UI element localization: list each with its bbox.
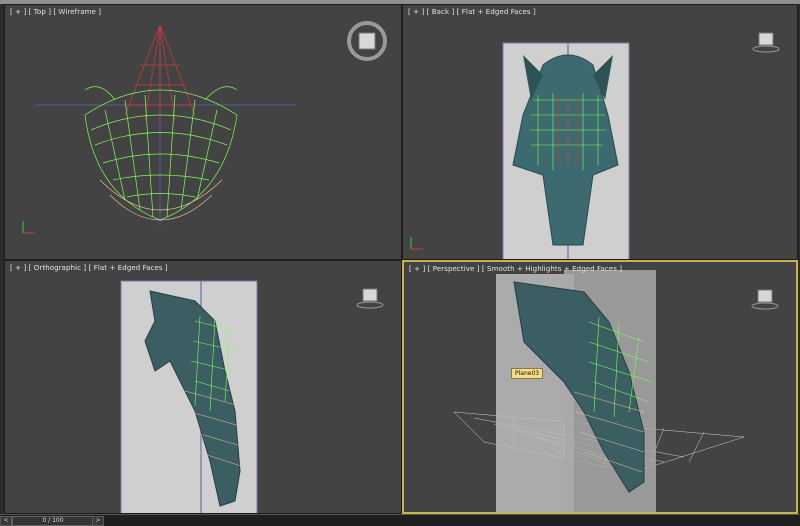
viewport-top-label[interactable]: [ + ] [ Top ] [ Wireframe ]	[10, 8, 101, 16]
viewport-ortho-label[interactable]: [ + ] [ Orthographic ] [ Flat + Edged Fa…	[10, 264, 168, 272]
viewport-orthographic[interactable]: [ + ] [ Orthographic ] [ Flat + Edged Fa…	[4, 260, 402, 514]
viewport-top[interactable]: [ + ] [ Top ] [ Wireframe ]	[4, 4, 402, 260]
bowl-wireframe	[84, 86, 238, 221]
bowl-rim-wire	[99, 179, 223, 221]
viewport-back-label[interactable]: [ + ] [ Back ] [ Flat + Edged Faces ]	[408, 8, 536, 16]
red-spike-wire	[124, 24, 196, 123]
ortho-scene	[120, 280, 258, 513]
navcube-icon[interactable]	[751, 29, 781, 55]
object-name-tooltip: Plane03	[511, 368, 544, 379]
viewcube-ring-icon[interactable]	[345, 19, 389, 63]
back-scene	[502, 42, 630, 259]
axis-tripod-icon	[410, 237, 423, 250]
axis-tripod-icon	[22, 221, 35, 234]
viewport-perspective[interactable]: [ + ] [ Perspective ] [ Smooth + Highlig…	[402, 260, 798, 514]
viewport-persp-label[interactable]: [ + ] [ Perspective ] [ Smooth + Highlig…	[409, 265, 622, 273]
navcube-icon[interactable]	[355, 285, 385, 311]
navcube-icon[interactable]	[750, 286, 780, 312]
persp-scene	[453, 270, 745, 512]
time-slider-bar: < 0 / 100 >	[0, 514, 800, 526]
viewport-back[interactable]: [ + ] [ Back ] [ Flat + Edged Faces ]	[402, 4, 798, 260]
top-wireframe-scene	[35, 24, 295, 225]
